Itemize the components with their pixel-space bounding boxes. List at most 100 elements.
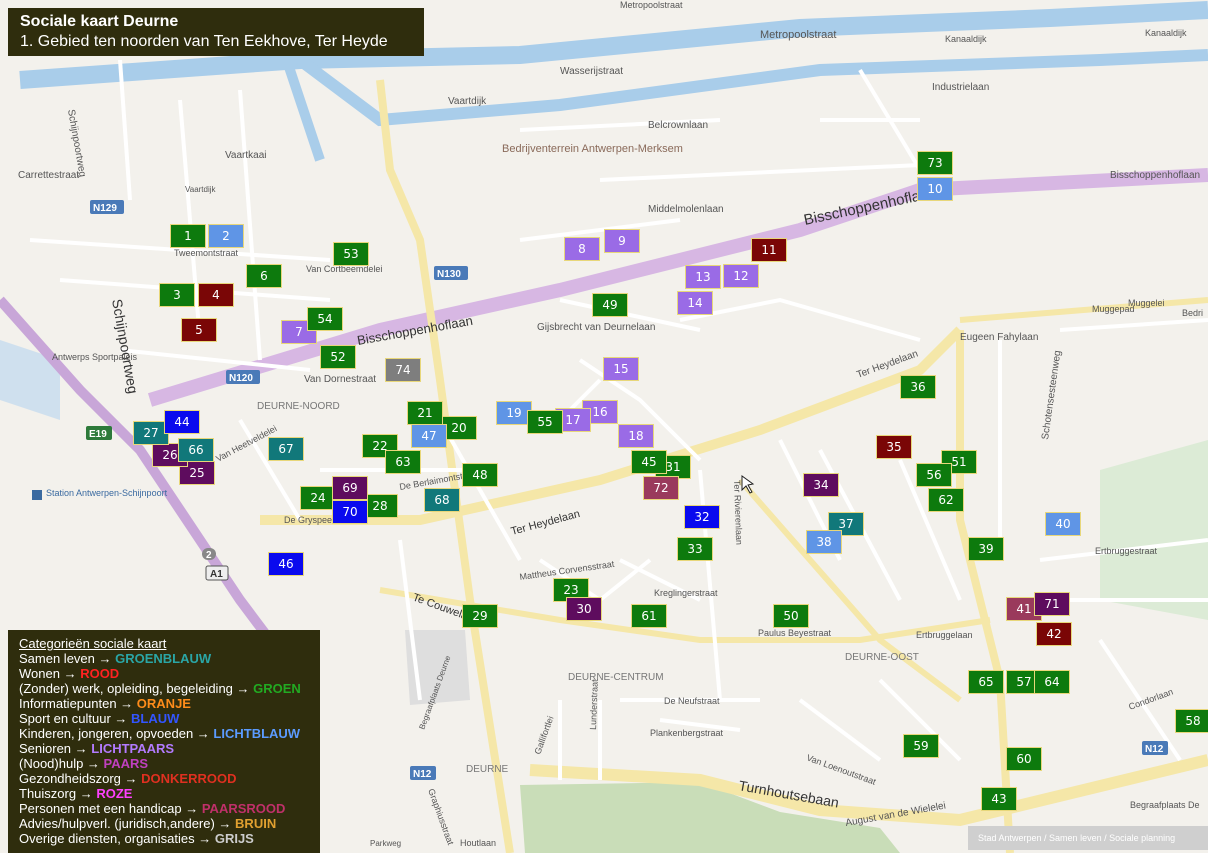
legend-item-label: (Nood)hulp → — [19, 756, 104, 771]
legend-item: Sport en cultuur → BLAUW — [19, 711, 309, 726]
shield-2-label: 2 — [206, 550, 212, 561]
legend-item: Informatiepunten → ORANJE — [19, 696, 309, 711]
map-marker[interactable]: 58 — [1175, 709, 1208, 733]
map-marker[interactable]: 45 — [631, 450, 667, 474]
shield-a1-label: A1 — [210, 569, 223, 580]
map-marker[interactable]: 39 — [968, 537, 1004, 561]
map-marker[interactable]: 10 — [917, 177, 953, 201]
legend-item-label: Thuiszorg → — [19, 786, 97, 801]
map-marker[interactable]: 18 — [618, 424, 654, 448]
map-marker[interactable]: 64 — [1034, 670, 1070, 694]
map-marker[interactable]: 69 — [332, 476, 368, 500]
map-marker[interactable]: 47 — [411, 424, 447, 448]
map-marker[interactable]: 44 — [164, 410, 200, 434]
legend-item-label: (Zonder) werk, opleiding, begeleiding → — [19, 681, 254, 696]
map-marker[interactable]: 24 — [300, 486, 336, 510]
label-industrielaan: Industrielaan — [932, 82, 989, 93]
map-marker[interactable]: 12 — [723, 264, 759, 288]
map-marker[interactable]: 1 — [170, 224, 206, 248]
legend-item-label: Sport en cultuur → — [19, 711, 131, 726]
map-marker[interactable]: 33 — [677, 537, 713, 561]
map-marker[interactable]: 30 — [566, 597, 602, 621]
map-marker[interactable]: 72 — [643, 476, 679, 500]
map-marker[interactable]: 6 — [246, 264, 282, 288]
map-marker[interactable]: 21 — [407, 401, 443, 425]
map-marker[interactable]: 55 — [527, 410, 563, 434]
shield-n120-label: N120 — [229, 373, 253, 384]
map-marker[interactable]: 65 — [968, 670, 1004, 694]
map-marker[interactable]: 35 — [876, 435, 912, 459]
legend-item-color-name: LICHTPAARS — [91, 741, 175, 756]
map-marker[interactable]: 9 — [604, 229, 640, 253]
map-marker[interactable]: 49 — [592, 293, 628, 317]
label-lundenstraat: Lunderstraat — [588, 679, 600, 730]
label-van-dornestraat: Van Dornestraat — [304, 374, 376, 385]
map-marker[interactable]: 14 — [677, 291, 713, 315]
label-middelmolenlaan: Middelmolenlaan — [648, 204, 724, 215]
map-marker[interactable]: 5 — [181, 318, 217, 342]
map-marker[interactable]: 29 — [462, 604, 498, 628]
map-marker[interactable]: 42 — [1036, 622, 1072, 646]
park-area — [1100, 440, 1208, 620]
shield-e19-label: E19 — [89, 429, 107, 440]
map-marker[interactable]: 40 — [1045, 512, 1081, 536]
map-marker[interactable]: 66 — [178, 438, 214, 462]
legend-item: Thuiszorg → ROZE — [19, 786, 309, 801]
map-marker[interactable]: 68 — [424, 488, 460, 512]
map-marker[interactable]: 50 — [773, 604, 809, 628]
map-marker[interactable]: 46 — [268, 552, 304, 576]
legend-item: Advies/hulpverl. (juridisch,andere) → BR… — [19, 816, 309, 831]
legend-item-color-name: LICHTBLAUW — [213, 726, 301, 741]
label-vaartkaai: Vaartkaai — [225, 150, 267, 161]
map-marker[interactable]: 54 — [307, 307, 343, 331]
map-marker[interactable]: 62 — [928, 488, 964, 512]
legend-panel: Categorieën sociale kaart Samen leven → … — [8, 630, 320, 853]
map-marker[interactable]: 63 — [385, 450, 421, 474]
shield-n130-label: N130 — [437, 269, 461, 280]
legend-item-color-name: GRIJS — [214, 831, 254, 846]
legend-item: Gezondheidszorg → DONKERROOD — [19, 771, 309, 786]
legend-item: (Zonder) werk, opleiding, begeleiding → … — [19, 681, 309, 696]
label-antwerps-sportpaleis: Antwerps Sportpaleis — [52, 352, 138, 362]
map-marker[interactable]: 11 — [751, 238, 787, 262]
map-marker[interactable]: 15 — [603, 357, 639, 381]
credit-line: Stad Antwerpen / Samen leven / Sociale p… — [968, 826, 1208, 850]
map-marker[interactable]: 70 — [332, 500, 368, 524]
map-marker[interactable]: 3 — [159, 283, 195, 307]
map-subtitle: 1. Gebied ten noorden van Ten Eekhove, T… — [20, 33, 388, 50]
map-marker[interactable]: 4 — [198, 283, 234, 307]
label-kanaaldijk-b: Kanaaldijk — [1145, 28, 1187, 38]
label-wasserijstraat: Wasserijstraat — [560, 66, 623, 77]
map-marker[interactable]: 59 — [903, 734, 939, 758]
map-marker[interactable]: 43 — [981, 787, 1017, 811]
legend-item-color-name: BLAUW — [131, 711, 180, 726]
legend-item-color-name: BRUIN — [235, 816, 277, 831]
map-marker[interactable]: 38 — [806, 530, 842, 554]
map-marker[interactable]: 73 — [917, 151, 953, 175]
label-houtlaan: Houtlaan — [460, 838, 496, 848]
map-marker[interactable]: 13 — [685, 265, 721, 289]
label-kreglingerstraat: Kreglingerstraat — [654, 588, 718, 598]
label-metropoolstraat: Metropoolstraat — [760, 29, 836, 41]
map-marker[interactable]: 71 — [1034, 592, 1070, 616]
map-marker[interactable]: 56 — [916, 463, 952, 487]
label-begraafplaats-b: Begraafplaats De — [1130, 800, 1200, 810]
label-parkweg: Parkweg — [370, 839, 401, 848]
map-marker[interactable]: 53 — [333, 242, 369, 266]
map-marker[interactable]: 61 — [631, 604, 667, 628]
legend-item-color-name: PAARSROOD — [201, 801, 286, 816]
map-marker[interactable]: 48 — [462, 463, 498, 487]
map-marker[interactable]: 2 — [208, 224, 244, 248]
map-marker[interactable]: 8 — [564, 237, 600, 261]
legend-item: Overige diensten, organisaties → GRIJS — [19, 831, 309, 846]
map-marker[interactable]: 74 — [385, 358, 421, 382]
label-deurne-small: DEURNE — [466, 764, 509, 775]
map-marker[interactable]: 67 — [268, 437, 304, 461]
label-de-neufstraat: De Neufstraat — [664, 696, 720, 706]
map-marker[interactable]: 52 — [320, 345, 356, 369]
map-marker[interactable]: 36 — [900, 375, 936, 399]
map-marker[interactable]: 34 — [803, 473, 839, 497]
map-marker[interactable]: 60 — [1006, 747, 1042, 771]
label-muggelei: Muggelei — [1128, 298, 1165, 308]
map-marker[interactable]: 32 — [684, 505, 720, 529]
